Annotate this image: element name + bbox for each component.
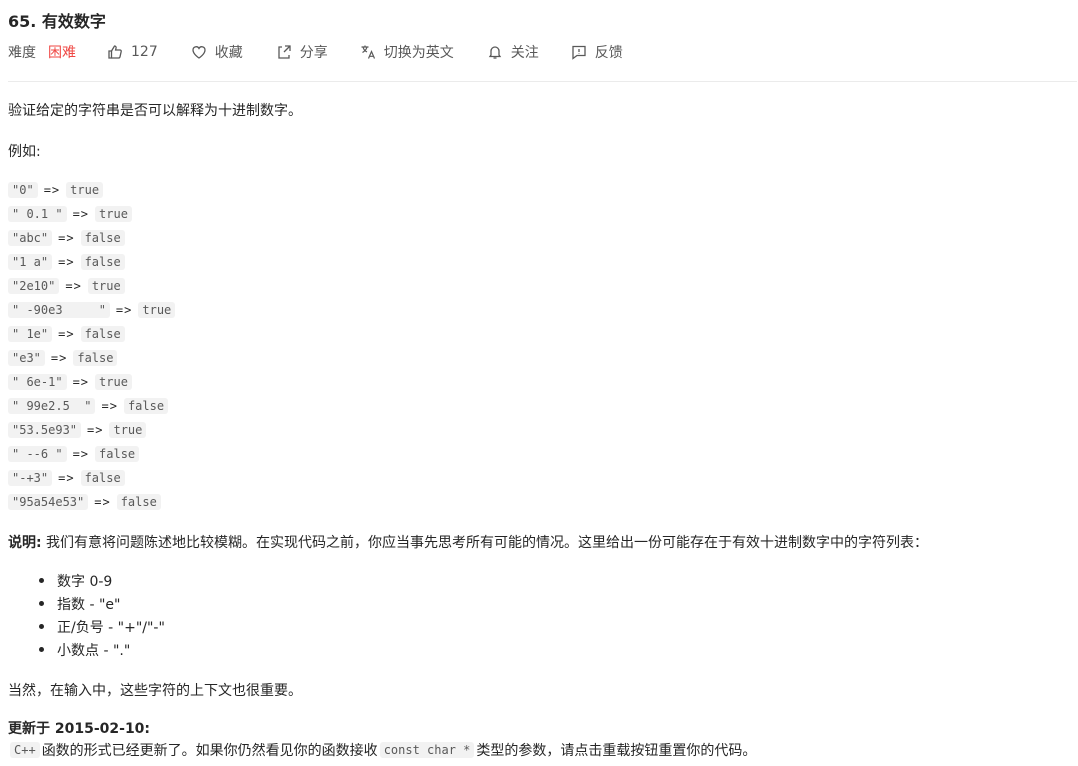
example-row: " -90e3 " => true [8, 298, 176, 322]
update-heading: 更新于 2015-02-10: [8, 721, 151, 737]
example-output: true [138, 302, 176, 318]
example-row: "2e10" => true [8, 274, 175, 298]
example-row: " --6 " => false [8, 442, 175, 466]
example-row: "0" => true [8, 178, 175, 202]
example-output: true [109, 422, 147, 438]
example-output: false [73, 350, 118, 366]
update-text-1: 函数的形式已经更新了。如果你仍然看见你的函数接收 [41, 743, 378, 759]
inline-code: const char * [379, 742, 475, 758]
example-output: false [80, 326, 125, 342]
example-row: "e3" => false [8, 346, 175, 370]
feedback-icon [571, 44, 587, 60]
example-arrow: => [72, 207, 90, 221]
note-paragraph: 说明: 我们有意将问题陈述地比较模糊。在实现代码之前，你应当事先思考所有可能的情… [8, 532, 928, 552]
example-output: true [66, 182, 104, 198]
like-button[interactable]: 127 [107, 44, 158, 60]
example-row: " 1e" => false [8, 322, 175, 346]
example-arrow: => [50, 351, 68, 365]
example-arrow: => [65, 279, 82, 293]
example-output: false [123, 398, 169, 414]
valid-chars-list: 数字 0-9 指数 - "e" 正/负号 - "+"/"-" 小数点 - "." [28, 569, 165, 661]
example-input: "95a54e53" [8, 494, 89, 510]
example-output: false [80, 470, 125, 486]
example-input: " --6 " [8, 446, 67, 462]
example-output: false [116, 494, 161, 510]
example-arrow: => [101, 399, 118, 413]
example-row: "-+3" => false [8, 466, 175, 490]
example-row: "53.5e93" => true [8, 418, 175, 442]
example-arrow: => [72, 447, 90, 461]
inline-code: C++ [10, 742, 40, 758]
share-button[interactable]: 分享 [276, 42, 328, 62]
update-text-2: 类型的参数，请点击重载按钮重置你的代码。 [476, 743, 757, 759]
difficulty-badge: 困难 [48, 45, 76, 61]
difficulty-label: 难度 [8, 45, 36, 61]
problem-intro: 验证给定的字符串是否可以解释为十进制数字。 [8, 103, 302, 119]
list-item: 数字 0-9 [28, 569, 165, 592]
example-input: " -90e3 " [8, 302, 110, 318]
list-item: 指数 - "e" [28, 592, 165, 615]
update-text: C++ 函数的形式已经更新了。如果你仍然看见你的函数接收 const char … [8, 740, 756, 760]
example-row: " 6e-1" => true [8, 370, 175, 394]
example-row: " 99e2.5 " => false [8, 394, 175, 418]
switch-language-button[interactable]: 切换为英文 [360, 42, 454, 62]
like-count: 127 [131, 44, 158, 60]
list-item: 正/负号 - "+"/"-" [28, 615, 165, 638]
example-output: true [87, 278, 125, 294]
problem-meta-bar: 难度 困难 127 收藏 分享 切换为英文 关注 反馈 [8, 41, 623, 63]
example-input: " 6e-1" [8, 374, 67, 390]
follow-label: 关注 [510, 45, 539, 61]
header-divider [8, 81, 1077, 82]
example-output: false [80, 254, 125, 270]
example-output: false [80, 230, 125, 246]
bell-icon [487, 44, 503, 60]
example-arrow: => [94, 495, 111, 509]
example-arrow: => [87, 423, 104, 437]
example-row: "abc" => false [8, 226, 175, 250]
favorite-label: 收藏 [214, 45, 243, 61]
example-input: "2e10" [8, 278, 60, 294]
examples-list: "0" => true " 0.1 " => true "abc" => false "1 a" =… [8, 178, 176, 514]
example-input: "e3" [8, 350, 45, 366]
example-row: "95a54e53" => false [8, 490, 175, 514]
favorite-button[interactable]: 收藏 [191, 42, 243, 62]
example-row: " 0.1 " => true [8, 202, 175, 226]
note-label: 说明: [8, 535, 42, 551]
translate-icon [360, 44, 376, 60]
example-input: "1 a" [8, 254, 53, 270]
share-icon [276, 44, 292, 60]
example-arrow: => [72, 375, 90, 389]
example-label: 例如: [8, 144, 41, 160]
example-arrow: => [43, 183, 61, 197]
example-input: "53.5e93" [8, 422, 82, 438]
example-output: true [95, 206, 132, 222]
example-input: " 1e" [8, 326, 53, 342]
example-input: " 0.1 " [8, 206, 67, 222]
example-output: false [95, 446, 140, 462]
list-item: 小数点 - "." [28, 638, 165, 661]
example-input: "abc" [8, 230, 53, 246]
example-input: "0" [8, 182, 38, 198]
feedback-label: 反馈 [594, 45, 623, 61]
example-input: " 99e2.5 " [8, 398, 96, 414]
example-input: "-+3" [8, 470, 53, 486]
example-arrow: => [115, 303, 133, 317]
example-arrow: => [58, 327, 75, 341]
page-title: 65. 有效数字 [8, 12, 106, 31]
example-output: true [95, 374, 132, 390]
feedback-button[interactable]: 反馈 [571, 42, 623, 62]
example-arrow: => [58, 471, 75, 485]
example-arrow: => [58, 255, 75, 269]
context-note: 当然，在输入中，这些字符的上下文也很重要。 [8, 683, 302, 699]
switch-language-label: 切换为英文 [383, 45, 454, 61]
note-text: 我们有意将问题陈述地比较模糊。在实现代码之前，你应当事先思考所有可能的情况。这里… [41, 535, 929, 551]
example-row: "1 a" => false [8, 250, 175, 274]
heart-icon [191, 44, 207, 60]
thumbs-up-icon [107, 44, 123, 60]
share-label: 分享 [299, 45, 328, 61]
follow-button[interactable]: 关注 [487, 42, 539, 62]
example-arrow: => [58, 231, 75, 245]
